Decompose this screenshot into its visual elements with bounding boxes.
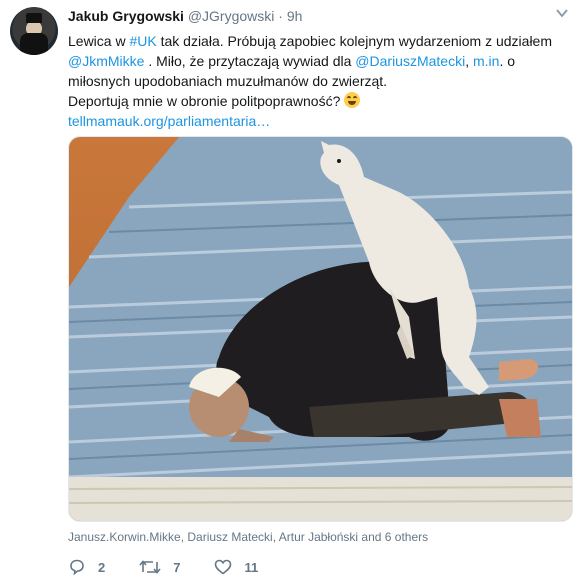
retweet-button[interactable]: 7 <box>139 558 180 576</box>
tweet-actions: 2 7 11 <box>68 556 292 578</box>
avatar[interactable] <box>10 7 58 55</box>
separator: · <box>278 8 283 24</box>
chevron-down-icon[interactable] <box>555 6 569 20</box>
reply-icon <box>70 559 84 576</box>
link[interactable]: m.in <box>473 53 499 69</box>
url-link[interactable]: tellmamauk.org/parliamentaria… <box>68 113 270 129</box>
tagged-users[interactable]: Janusz.Korwin.Mikke, Dariusz Matecki, Ar… <box>68 530 428 544</box>
retweet-icon <box>139 560 161 574</box>
tweet-text: Lewica w #UK tak działa. Próbują zapobie… <box>68 33 553 129</box>
tweet-header: Jakub Grygowski @JGrygowski · 9h <box>68 8 302 24</box>
timestamp[interactable]: 9h <box>287 8 303 24</box>
mention-link[interactable]: @JkmMikke <box>68 53 144 69</box>
mention-link[interactable]: @DariuszMatecki <box>355 53 465 69</box>
like-count: 11 <box>244 559 259 575</box>
like-button[interactable]: 11 <box>214 558 258 576</box>
hashtag-link[interactable]: #UK <box>129 33 156 49</box>
author-name[interactable]: Jakub Grygowski <box>68 8 184 24</box>
reply-button[interactable]: 2 <box>68 558 105 576</box>
retweet-count: 7 <box>173 559 181 575</box>
tweet-photo[interactable] <box>68 136 573 522</box>
heart-icon <box>215 559 232 575</box>
reply-count: 2 <box>98 559 106 575</box>
author-handle[interactable]: @JGrygowski <box>188 8 275 24</box>
tears-of-joy-emoji-icon <box>344 92 361 108</box>
